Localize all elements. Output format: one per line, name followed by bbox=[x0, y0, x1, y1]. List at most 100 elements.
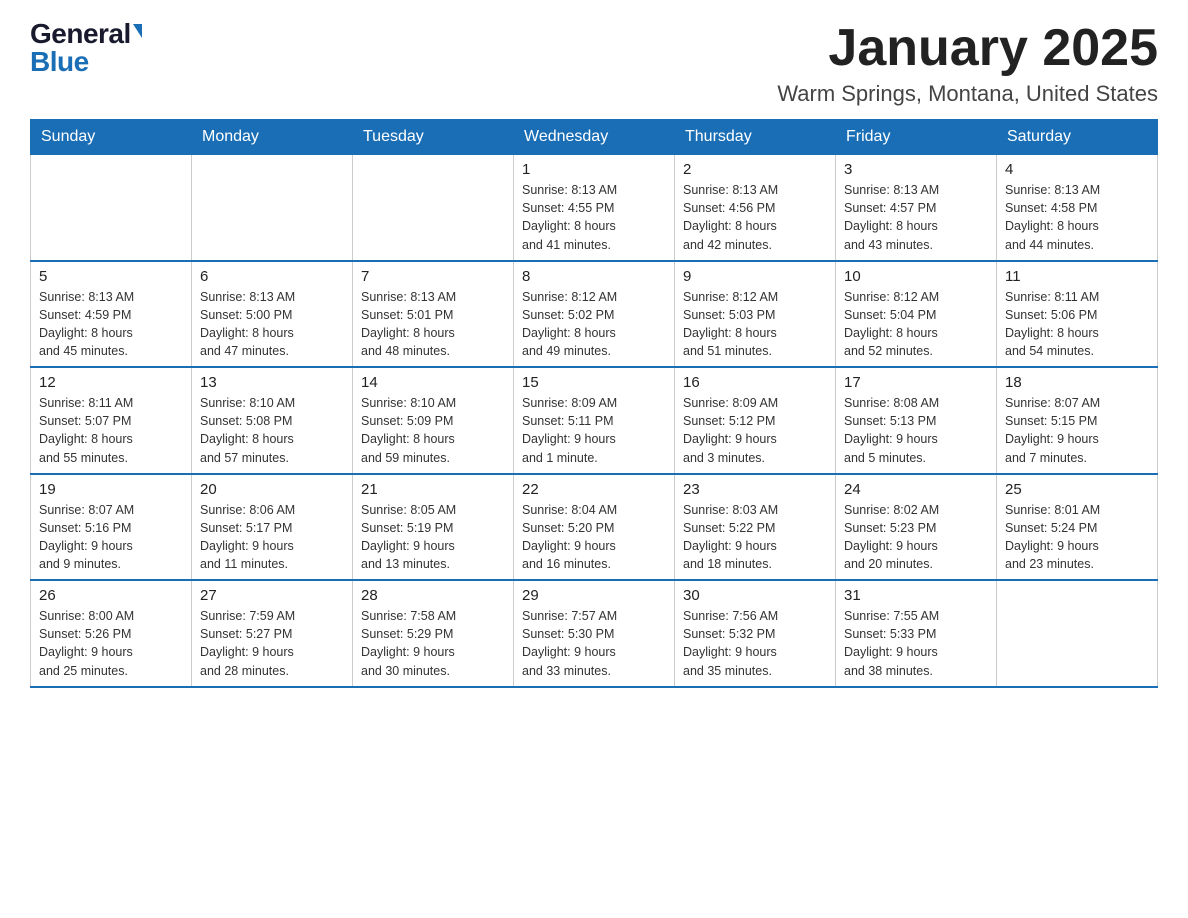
day-number: 15 bbox=[522, 374, 666, 391]
day-info: Sunrise: 8:05 AMSunset: 5:19 PMDaylight:… bbox=[361, 501, 505, 574]
location-title: Warm Springs, Montana, United States bbox=[777, 81, 1158, 107]
calendar-body: 1Sunrise: 8:13 AMSunset: 4:55 PMDaylight… bbox=[31, 155, 1158, 687]
calendar-cell bbox=[997, 580, 1158, 687]
calendar-week-5: 26 Sunrise: 8:00 AMSunset: 5:26 PMDayligh… bbox=[31, 580, 1158, 687]
day-info: Sunrise: 8:03 AMSunset: 5:22 PMDaylight:… bbox=[683, 501, 827, 574]
calendar-cell: 10Sunrise: 8:12 AMSunset: 5:04 PMDayligh… bbox=[836, 261, 997, 368]
day-number: 30 bbox=[683, 587, 827, 604]
calendar-week-3: 12 Sunrise: 8:11 AMSunset: 5:07 PMDayligh… bbox=[31, 367, 1158, 474]
logo: General Blue bbox=[30, 20, 142, 76]
calendar-cell: 31 Sunrise: 7:55 AMSunset: 5:33 PMDayligh… bbox=[836, 580, 997, 687]
page-header: General Blue January 2025 Warm Springs, … bbox=[30, 20, 1158, 107]
day-info: Sunrise: 8:07 AMSunset: 5:15 PMDaylight:… bbox=[1005, 394, 1149, 467]
day-number: 29 bbox=[522, 587, 666, 604]
day-number: 7 bbox=[361, 268, 505, 285]
calendar-cell: 16 Sunrise: 8:09 AMSunset: 5:12 PMDayligh… bbox=[675, 367, 836, 474]
calendar-cell: 5Sunrise: 8:13 AMSunset: 4:59 PMDaylight… bbox=[31, 261, 192, 368]
calendar-cell: 23 Sunrise: 8:03 AMSunset: 5:22 PMDayligh… bbox=[675, 474, 836, 581]
day-info: Sunrise: 8:11 AMSunset: 5:06 PMDaylight:… bbox=[1005, 288, 1149, 361]
calendar-cell: 3 Sunrise: 8:13 AMSunset: 4:57 PMDaylight… bbox=[836, 155, 997, 261]
day-number: 21 bbox=[361, 481, 505, 498]
day-number: 9 bbox=[683, 268, 827, 285]
day-info: Sunrise: 8:13 AMSunset: 4:56 PMDaylight:… bbox=[683, 181, 827, 254]
day-info: Sunrise: 8:01 AMSunset: 5:24 PMDaylight:… bbox=[1005, 501, 1149, 574]
day-number: 3 bbox=[844, 161, 988, 178]
day-number: 25 bbox=[1005, 481, 1149, 498]
day-info: Sunrise: 8:09 AMSunset: 5:11 PMDaylight:… bbox=[522, 394, 666, 467]
day-info: Sunrise: 8:13 AMSunset: 4:59 PMDaylight:… bbox=[39, 288, 183, 361]
calendar-cell: 8 Sunrise: 8:12 AMSunset: 5:02 PMDaylight… bbox=[514, 261, 675, 368]
calendar-cell: 12 Sunrise: 8:11 AMSunset: 5:07 PMDayligh… bbox=[31, 367, 192, 474]
day-number: 19 bbox=[39, 481, 183, 498]
day-number: 31 bbox=[844, 587, 988, 604]
day-info: Sunrise: 8:09 AMSunset: 5:12 PMDaylight:… bbox=[683, 394, 827, 467]
calendar-cell: 28Sunrise: 7:58 AMSunset: 5:29 PMDayligh… bbox=[353, 580, 514, 687]
calendar-cell: 2 Sunrise: 8:13 AMSunset: 4:56 PMDaylight… bbox=[675, 155, 836, 261]
day-number: 2 bbox=[683, 161, 827, 178]
day-info: Sunrise: 7:56 AMSunset: 5:32 PMDaylight:… bbox=[683, 607, 827, 680]
day-header-friday: Friday bbox=[836, 120, 997, 155]
calendar-cell bbox=[353, 155, 514, 261]
day-info: Sunrise: 8:13 AMSunset: 4:57 PMDaylight:… bbox=[844, 181, 988, 254]
day-number: 23 bbox=[683, 481, 827, 498]
day-header-wednesday: Wednesday bbox=[514, 120, 675, 155]
calendar-cell: 25 Sunrise: 8:01 AMSunset: 5:24 PMDayligh… bbox=[997, 474, 1158, 581]
month-title: January 2025 bbox=[777, 20, 1158, 77]
day-number: 14 bbox=[361, 374, 505, 391]
day-info: Sunrise: 8:07 AMSunset: 5:16 PMDaylight:… bbox=[39, 501, 183, 574]
calendar-cell: 30 Sunrise: 7:56 AMSunset: 5:32 PMDayligh… bbox=[675, 580, 836, 687]
day-number: 11 bbox=[1005, 268, 1149, 285]
day-number: 8 bbox=[522, 268, 666, 285]
day-number: 13 bbox=[200, 374, 344, 391]
day-number: 26 bbox=[39, 587, 183, 604]
calendar-cell: 14 Sunrise: 8:10 AMSunset: 5:09 PMDayligh… bbox=[353, 367, 514, 474]
calendar-cell: 11 Sunrise: 8:11 AMSunset: 5:06 PMDayligh… bbox=[997, 261, 1158, 368]
calendar-table: SundayMondayTuesdayWednesdayThursdayFrid… bbox=[30, 119, 1158, 688]
calendar-week-4: 19 Sunrise: 8:07 AMSunset: 5:16 PMDayligh… bbox=[31, 474, 1158, 581]
calendar-cell: 6 Sunrise: 8:13 AMSunset: 5:00 PMDaylight… bbox=[192, 261, 353, 368]
calendar-cell: 21 Sunrise: 8:05 AMSunset: 5:19 PMDayligh… bbox=[353, 474, 514, 581]
day-headers-row: SundayMondayTuesdayWednesdayThursdayFrid… bbox=[31, 120, 1158, 155]
day-header-thursday: Thursday bbox=[675, 120, 836, 155]
logo-general-text: General bbox=[30, 20, 131, 48]
calendar-cell: 22 Sunrise: 8:04 AMSunset: 5:20 PMDayligh… bbox=[514, 474, 675, 581]
day-number: 18 bbox=[1005, 374, 1149, 391]
day-info: Sunrise: 8:13 AMSunset: 4:55 PMDaylight:… bbox=[522, 181, 666, 254]
day-number: 24 bbox=[844, 481, 988, 498]
logo-arrow-icon bbox=[133, 24, 142, 38]
day-info: Sunrise: 8:12 AMSunset: 5:02 PMDaylight:… bbox=[522, 288, 666, 361]
calendar-cell: 29 Sunrise: 7:57 AMSunset: 5:30 PMDayligh… bbox=[514, 580, 675, 687]
calendar-cell: 15 Sunrise: 8:09 AMSunset: 5:11 PMDayligh… bbox=[514, 367, 675, 474]
calendar-cell: 24Sunrise: 8:02 AMSunset: 5:23 PMDayligh… bbox=[836, 474, 997, 581]
day-number: 12 bbox=[39, 374, 183, 391]
calendar-header: SundayMondayTuesdayWednesdayThursdayFrid… bbox=[31, 120, 1158, 155]
day-number: 28 bbox=[361, 587, 505, 604]
calendar-cell: 19 Sunrise: 8:07 AMSunset: 5:16 PMDayligh… bbox=[31, 474, 192, 581]
day-info: Sunrise: 8:08 AMSunset: 5:13 PMDaylight:… bbox=[844, 394, 988, 467]
day-number: 16 bbox=[683, 374, 827, 391]
day-header-saturday: Saturday bbox=[997, 120, 1158, 155]
day-number: 6 bbox=[200, 268, 344, 285]
day-info: Sunrise: 8:13 AMSunset: 4:58 PMDaylight:… bbox=[1005, 181, 1149, 254]
day-info: Sunrise: 8:00 AMSunset: 5:26 PMDaylight:… bbox=[39, 607, 183, 680]
day-info: Sunrise: 8:12 AMSunset: 5:03 PMDaylight:… bbox=[683, 288, 827, 361]
logo-blue-text: Blue bbox=[30, 48, 142, 76]
calendar-cell: 26 Sunrise: 8:00 AMSunset: 5:26 PMDayligh… bbox=[31, 580, 192, 687]
day-number: 17 bbox=[844, 374, 988, 391]
day-number: 22 bbox=[522, 481, 666, 498]
day-number: 27 bbox=[200, 587, 344, 604]
day-info: Sunrise: 7:55 AMSunset: 5:33 PMDaylight:… bbox=[844, 607, 988, 680]
day-info: Sunrise: 8:11 AMSunset: 5:07 PMDaylight:… bbox=[39, 394, 183, 467]
day-info: Sunrise: 7:57 AMSunset: 5:30 PMDaylight:… bbox=[522, 607, 666, 680]
calendar-week-1: 1Sunrise: 8:13 AMSunset: 4:55 PMDaylight… bbox=[31, 155, 1158, 261]
day-info: Sunrise: 8:13 AMSunset: 5:01 PMDaylight:… bbox=[361, 288, 505, 361]
day-info: Sunrise: 8:04 AMSunset: 5:20 PMDaylight:… bbox=[522, 501, 666, 574]
calendar-cell bbox=[192, 155, 353, 261]
calendar-cell: 20Sunrise: 8:06 AMSunset: 5:17 PMDayligh… bbox=[192, 474, 353, 581]
day-info: Sunrise: 8:13 AMSunset: 5:00 PMDaylight:… bbox=[200, 288, 344, 361]
day-info: Sunrise: 8:10 AMSunset: 5:09 PMDaylight:… bbox=[361, 394, 505, 467]
day-info: Sunrise: 7:59 AMSunset: 5:27 PMDaylight:… bbox=[200, 607, 344, 680]
day-info: Sunrise: 8:06 AMSunset: 5:17 PMDaylight:… bbox=[200, 501, 344, 574]
calendar-cell bbox=[31, 155, 192, 261]
calendar-cell: 13Sunrise: 8:10 AMSunset: 5:08 PMDayligh… bbox=[192, 367, 353, 474]
